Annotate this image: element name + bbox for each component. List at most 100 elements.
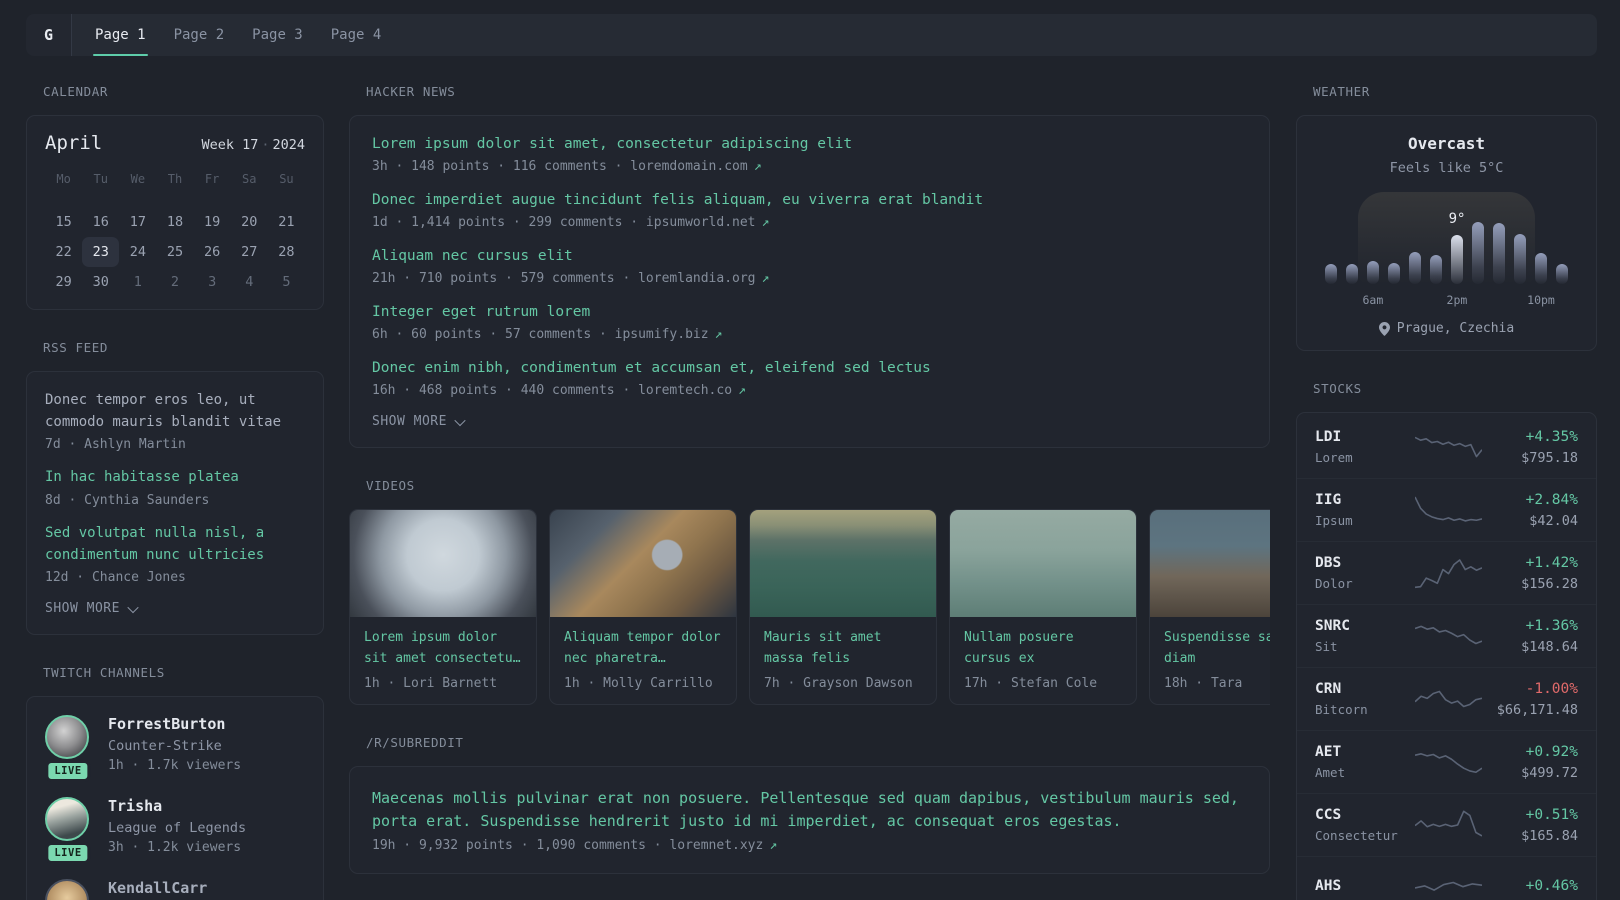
stock-change-percent: +2.84% [1525,491,1578,508]
temperature-bar [1472,222,1484,284]
calendar-day: 19 [204,214,221,230]
video-card[interactable]: Lorem ipsum dolor sit amet consectetu… 1… [349,509,537,706]
avatar [45,797,89,842]
stock-values: +0.51% $165.84 [1486,807,1578,844]
video-thumbnail [550,510,736,618]
stock-change-percent: +4.35% [1525,428,1578,445]
calendar-day: 24 [129,244,146,260]
video-title-link[interactable]: Suspendisse sagittis diam [1164,628,1270,670]
twitch-widget: LIVE ForrestBurton Counter-Strike 1h · 1… [26,696,324,900]
middle-column: HACKER NEWS Lorem ipsum dolor sit amet, … [349,84,1270,874]
video-meta: 17h · Stefan Cole [964,676,1098,692]
external-link-icon[interactable]: ↗ [769,838,777,853]
external-link-icon[interactable]: ↗ [715,327,723,342]
twitch-avatar-wrap [45,879,91,900]
twitch-channel[interactable]: KendallCarr [45,879,305,900]
video-title-link[interactable]: Nullam posuere cursus ex [964,628,1122,670]
hackernews-item-link[interactable]: Integer eget rutrum lorem [372,302,1247,323]
stock-row[interactable]: IIG Ipsum +2.84% $42.04 [1297,478,1596,541]
hackernews-item-meta-text: 1d · 1,414 points · 299 comments · ipsum… [372,215,756,231]
hackernews-list: Lorem ipsum dolor sit amet, consectetur … [372,134,1247,398]
hackernews-item-link[interactable]: Lorem ipsum dolor sit amet, consectetur … [372,134,1247,155]
external-link-icon[interactable]: ↗ [762,215,770,230]
rss-item-link[interactable]: Donec tempor eros leo, ut commodo mauris… [45,390,305,433]
stock-ticker: IIG [1315,492,1342,508]
twitch-avatar-wrap: LIVE [45,797,91,865]
calendar-weekday: We [130,172,146,186]
stock-sparkline-chart [1411,428,1486,466]
subreddit-post-link[interactable]: Maecenas mollis pulvinar erat non posuer… [372,787,1247,834]
rss-item-link[interactable]: Sed volutpat nulla nisl, a condimentum n… [45,523,305,566]
calendar-day: 15 [55,214,72,230]
external-link-icon[interactable]: ↗ [738,383,746,398]
rss-show-more-button[interactable]: SHOW MORE [45,601,305,616]
temperature-bar [1430,255,1442,284]
temperature-bar [1514,234,1526,284]
app-logo[interactable]: G [26,14,72,56]
twitch-channel[interactable]: LIVE ForrestBurton Counter-Strike 1h · 1… [45,715,305,783]
stock-row[interactable]: SNRC Sit +1.36% $148.64 [1297,604,1596,667]
stock-row[interactable]: CRN Bitcorn -1.00% $66,171.48 [1297,667,1596,730]
page-tab[interactable]: Page 4 [317,14,396,56]
calendar-day: 16 [92,214,109,230]
stock-id: SNRC Sit [1315,618,1411,654]
stock-row[interactable]: AET Amet +0.92% $499.72 [1297,730,1596,793]
hackernews-item-link[interactable]: Donec enim nibh, condimentum et accumsan… [372,358,1247,379]
video-title-link[interactable]: Aliquam tempor dolor nec pharetra… [564,628,722,670]
hackernews-section-label: HACKER NEWS [366,84,456,99]
video-title-link[interactable]: Lorem ipsum dolor sit amet consectetu… [364,628,522,670]
dashboard-columns: CALENDAR April Week 17 · 2024 Mo Tu We Th Fr Sa… [0,56,1620,900]
calendar-header: April Week 17 · 2024 [45,132,305,154]
hackernews-show-more-button[interactable]: SHOW MORE [372,414,1247,429]
hackernews-item-link[interactable]: Aliquam nec cursus elit [372,246,1247,267]
video-card[interactable]: Nullam posuere cursus ex 17h · Stefan Co… [949,509,1137,706]
page-tabs: Page 1 Page 2 Page 3 Page 4 [72,14,395,56]
video-card[interactable]: Mauris sit amet massa felis 7h · Grayson… [749,509,937,706]
calendar-day: 2 [170,274,180,290]
twitch-channel-info: KendallCarr [108,879,207,900]
video-card[interactable]: Suspendisse sagittis diam 18h · Tara [1149,509,1270,706]
hackernews-item-meta-text: 21h · 710 points · 579 comments · loreml… [372,271,756,287]
calendar-day: 22 [55,244,72,260]
page-tab[interactable]: Page 2 [160,14,239,56]
subreddit-section: /R/SUBREDDIT Maecenas mollis pulvinar er… [349,735,1270,874]
twitch-channel[interactable]: LIVE Trisha League of Legends 3h · 1.2k … [45,797,305,865]
calendar-day: 25 [166,244,184,260]
calendar-weekday: Mo [56,172,71,186]
stock-row[interactable]: AHS +0.46% [1297,856,1596,900]
rss-item: Donec tempor eros leo, ut commodo mauris… [45,390,305,452]
stock-name: Bitcorn [1315,702,1368,717]
hackernews-item: Lorem ipsum dolor sit amet, consectetur … [372,134,1247,174]
hackernews-item-link[interactable]: Donec imperdiet augue tincidunt felis al… [372,190,1247,211]
external-link-icon[interactable]: ↗ [762,271,770,286]
page-tab[interactable]: Page 1 [81,14,160,56]
stock-row[interactable]: CCS Consectetur +0.51% $165.84 [1297,793,1596,856]
stock-row[interactable]: LDI Lorem +4.35% $795.18 [1297,416,1596,478]
page-tab[interactable]: Page 3 [238,14,317,56]
rss-section: RSS FEED Donec tempor eros leo, ut commo… [26,340,324,636]
stock-row[interactable]: DBS Dolor +1.42% $156.28 [1297,541,1596,604]
weather-hour-slot [1430,192,1442,284]
hackernews-section: HACKER NEWS Lorem ipsum dolor sit amet, … [349,84,1270,449]
hackernews-item: Integer eget rutrum lorem 6h · 60 points… [372,302,1247,342]
stocks-section: STOCKS LDI Lorem +4.35% $795.18 IIG Ipsu… [1296,381,1597,900]
video-card[interactable]: Aliquam tempor dolor nec pharetra… 1h · … [549,509,737,706]
rss-item: In hac habitasse platea 8d · Cynthia Sau… [45,467,305,508]
twitch-channel-viewers: 1h · 1.7k viewers [108,758,242,774]
video-title-link[interactable]: Mauris sit amet massa felis [764,628,922,670]
calendar-year: 2024 [272,137,305,153]
calendar-day: 5 [282,274,291,290]
stock-name: Dolor [1315,576,1353,591]
stock-values: +0.92% $499.72 [1486,744,1578,781]
weather-hour-slot [1388,192,1400,284]
external-link-icon[interactable]: ↗ [754,159,762,174]
weather-hour-slot [1325,192,1337,284]
hackernews-item-meta: 16h · 468 points · 440 comments · loremt… [372,383,1247,398]
rss-item-link[interactable]: In hac habitasse platea [45,467,305,489]
weather-hour-slot [1472,192,1484,284]
stock-sparkline-chart [1411,743,1486,781]
stock-sparkline-chart [1411,554,1486,592]
calendar-day: 30 [92,274,109,290]
stock-values: -1.00% $66,171.48 [1486,681,1578,718]
stock-change-percent: +1.36% [1525,617,1578,634]
